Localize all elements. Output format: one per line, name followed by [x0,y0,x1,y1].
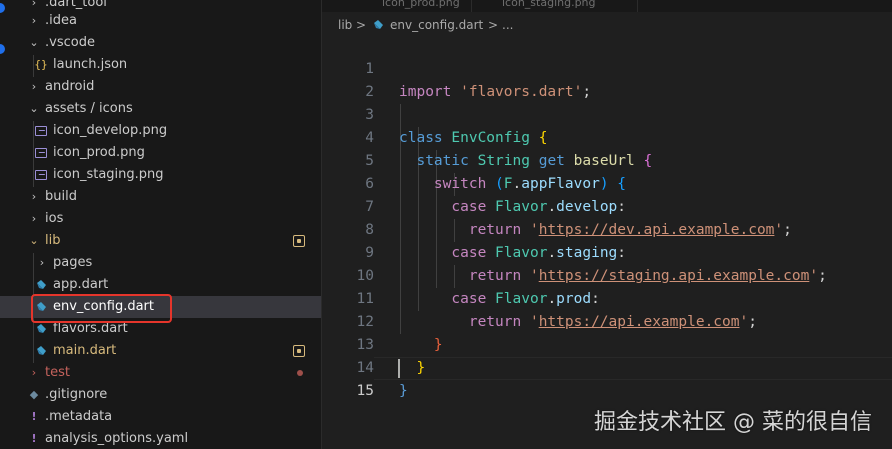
highlight-annotation-box [31,294,172,323]
code-line[interactable]: 15 [322,357,892,399]
tree-item-lib[interactable]: ⌄ lib [0,230,321,252]
tab-icon-staging[interactable]: icon_staging.png [472,0,638,12]
image-file-icon [35,148,47,158]
error-dot-icon [297,370,303,376]
code-line[interactable]: 3 class EnvConfig { [322,81,892,146]
tree-item-main-dart[interactable]: main.dart [0,340,321,362]
chevron-down-icon: ⌄ [29,102,39,115]
breadcrumb-separator: > [356,18,367,32]
tab-icon-prod[interactable]: icon_prod.png [322,0,472,12]
chevron-right-icon: › [31,212,37,225]
tree-item-vscode[interactable]: ⌄ .vscode [0,32,321,54]
tree-item-ios[interactable]: › ios [0,208,321,230]
breadcrumb-separator: > [488,18,499,32]
json-icon: {} [34,58,48,71]
modified-badge-icon [293,345,305,357]
tree-item-icon-prod[interactable]: icon_prod.png [0,142,321,164]
tree-item-assets-icons[interactable]: ⌄ assets / icons [0,98,321,120]
chevron-right-icon: › [31,366,37,379]
code-line[interactable]: 9 return 'https://staging.api.example.co… [322,219,892,284]
code-line[interactable]: 13 } [322,311,892,376]
tree-item-gitignore[interactable]: ◆ .gitignore [0,384,321,406]
chevron-right-icon: › [31,14,37,27]
tree-item-icon-staging[interactable]: icon_staging.png [0,164,321,186]
code-text: } [399,380,408,403]
chevron-down-icon: ⌄ [29,36,39,49]
chevron-right-icon: › [31,80,37,93]
watermark: 掘金技术社区 @ 菜的很自信 [594,410,872,435]
chevron-right-icon: › [39,256,45,269]
code-line[interactable]: 5 switch (F.appFlavor) { [322,127,892,192]
code-line[interactable]: 1 import 'flavors.dart'; [322,35,892,100]
code-line[interactable]: 8 case Flavor.staging: [322,196,892,261]
breadcrumb-file[interactable]: env_config.dart [390,14,483,36]
code-line[interactable]: 12 } [322,288,892,353]
breadcrumb-folder[interactable]: lib [338,14,352,36]
tree-item-analysis-options[interactable]: ! analysis_options.yaml [0,428,321,449]
tree-item-metadata[interactable]: ! .metadata [0,406,321,428]
dart-file-icon [374,20,383,29]
tab-strip: icon_prod.png icon_staging.png [322,0,892,12]
dart-file-icon [37,324,46,333]
breadcrumb: lib > env_config.dart > ... [322,14,892,36]
exclamation-icon: ! [31,410,37,423]
text-cursor [398,359,400,378]
code-editor[interactable]: icon_prod.png icon_staging.png lib > env… [322,0,892,449]
tree-item-build[interactable]: › build [0,186,321,208]
image-file-icon [35,170,47,180]
tree-item-android[interactable]: › android [0,76,321,98]
modified-badge-icon [293,235,305,247]
breadcrumb-more[interactable]: ... [502,14,513,36]
code-line[interactable]: 10 case Flavor.prod: [322,242,892,307]
syntax-bracket: } [399,383,408,399]
exclamation-icon: ! [31,432,37,445]
image-file-icon [35,126,47,136]
code-line[interactable]: 7 return 'https://dev.api.example.com'; [322,173,892,238]
line-number: 15 [356,383,374,399]
tree-item-test[interactable]: › test [0,362,321,384]
file-explorer: › .dart_tool › .idea ⌄ .vscode {} launch… [0,0,322,449]
code-line[interactable]: 14 } [322,334,892,399]
code-line[interactable]: 11 return 'https://api.example.com'; [322,265,892,330]
tree-item-app-dart[interactable]: app.dart [0,274,321,296]
dart-file-icon [37,280,46,289]
git-icon: ◆ [29,388,39,401]
tree-item-icon-develop[interactable]: icon_develop.png [0,120,321,142]
code-line[interactable]: 6 case Flavor.develop: [322,150,892,215]
chevron-right-icon: › [31,190,37,203]
code-line[interactable]: 4 static String get baseUrl { [322,104,892,169]
tree-item-idea[interactable]: › .idea [0,10,321,32]
tree-item-pages[interactable]: › pages [0,252,321,274]
code-line[interactable]: 2 [322,58,892,100]
dart-file-icon [37,346,46,355]
tree-item-launch-json[interactable]: {} launch.json [0,54,321,76]
chevron-down-icon: ⌄ [29,234,39,247]
